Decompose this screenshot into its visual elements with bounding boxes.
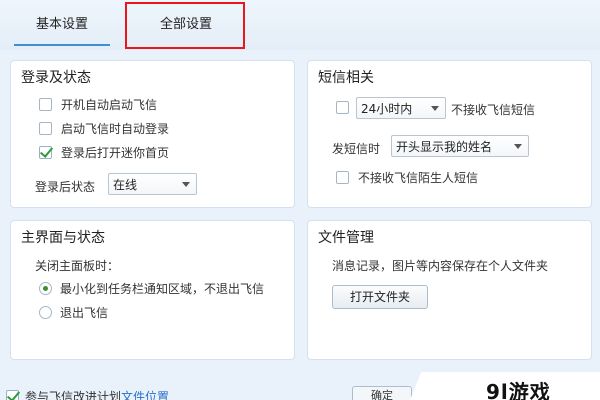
option-label: 不接收飞信陌生人短信: [358, 171, 479, 185]
panel-title: 文件管理: [318, 230, 374, 246]
checkbox-icon[interactable]: [336, 171, 349, 184]
file-desc: 消息记录，图片等内容保存在个人文件夹: [332, 259, 549, 273]
checkbox-icon[interactable]: [39, 122, 52, 135]
chevron-down-icon: [182, 182, 190, 187]
option-label: 退出飞信: [60, 306, 109, 320]
option-label: 启动飞信时自动登录: [61, 122, 170, 136]
time-select[interactable]: 24小时内: [356, 97, 446, 119]
open-folder-button[interactable]: 打开文件夹: [332, 285, 428, 309]
improve-plan-label: 参与飞信改进计划: [25, 390, 122, 400]
panel-title: 登录及状态: [21, 70, 91, 86]
checkbox-icon[interactable]: [39, 98, 52, 111]
no-receive-label: 不接收飞信短信: [451, 103, 536, 117]
checkbox-checked-icon[interactable]: [39, 146, 52, 159]
stranger-option[interactable]: 不接收飞信陌生人短信: [336, 169, 478, 186]
bottom-row: 参与飞信改进计划 文件位置: [6, 388, 169, 400]
login-status-panel: 登录及状态 开机自动启动飞信 启动飞信时自动登录 登录后打开迷你首页 登录后状态…: [10, 60, 295, 208]
status-select[interactable]: 在线: [108, 173, 197, 195]
radio-selected-icon[interactable]: [39, 282, 52, 295]
option-label: 开机自动启动飞信: [61, 98, 158, 112]
confirm-button[interactable]: 确定: [352, 386, 412, 400]
main-panel-status-panel: 主界面与状态 关闭主面板时： 最小化到任务栏通知区域，不退出飞信 退出飞信: [10, 220, 295, 360]
chevron-down-icon: [431, 106, 439, 111]
chevron-down-icon: [514, 144, 522, 149]
file-location-link[interactable]: 文件位置: [121, 388, 169, 400]
send-select[interactable]: 开头显示我的姓名: [391, 135, 529, 157]
checkbox-icon[interactable]: [336, 101, 349, 114]
status-label: 登录后状态: [35, 180, 96, 194]
watermark-text: 9l游戏: [486, 380, 551, 400]
auto-start-option[interactable]: 开机自动启动飞信: [39, 96, 157, 113]
option-label: 最小化到任务栏通知区域，不退出飞信: [60, 282, 265, 296]
tab-strip: 基本设置 全部设置: [0, 0, 600, 50]
auto-login-option[interactable]: 启动飞信时自动登录: [39, 120, 169, 137]
no-receive-option[interactable]: [336, 101, 358, 114]
file-management-panel: 文件管理 消息记录，图片等内容保存在个人文件夹 打开文件夹: [307, 220, 592, 360]
checkbox-checked-icon[interactable]: [6, 390, 19, 400]
option-label: 登录后打开迷你首页: [61, 146, 170, 160]
exit-option[interactable]: 退出飞信: [39, 304, 108, 321]
tab-basic-settings[interactable]: 基本设置: [14, 6, 110, 46]
highlight-box: [125, 2, 245, 49]
sms-panel: 短信相关 24小时内 不接收飞信短信 发短信时 开头显示我的姓名 不接收飞信陌生…: [307, 60, 592, 208]
panel-title: 短信相关: [318, 70, 374, 86]
panel-title: 主界面与状态: [21, 230, 105, 246]
time-value: 24小时内: [361, 101, 413, 116]
radio-icon[interactable]: [39, 306, 52, 319]
open-mini-home-option[interactable]: 登录后打开迷你首页: [39, 144, 169, 161]
minimize-option[interactable]: 最小化到任务栏通知区域，不退出飞信: [39, 280, 264, 297]
close-label: 关闭主面板时：: [35, 259, 120, 273]
status-value: 在线: [113, 177, 138, 192]
send-value: 开头显示我的姓名: [396, 139, 493, 154]
send-label: 发短信时: [332, 142, 381, 156]
